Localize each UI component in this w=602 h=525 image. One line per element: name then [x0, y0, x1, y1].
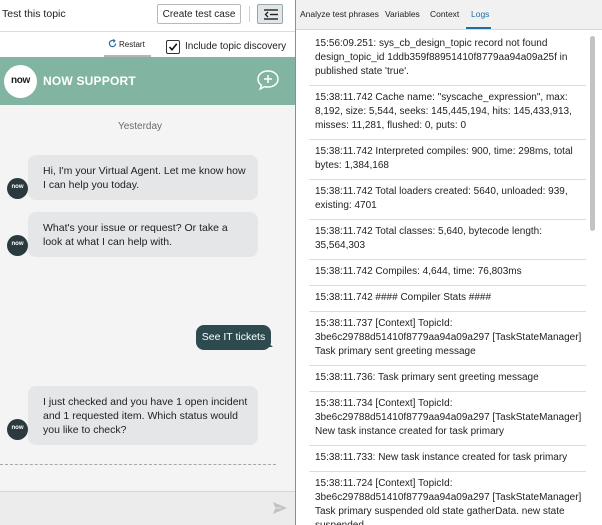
panel-title: Test this topic: [2, 8, 66, 20]
logo-text: now: [10, 75, 31, 86]
checkmark-icon: [168, 43, 178, 52]
day-separator: Yesterday: [117, 121, 163, 132]
log-entry: 15:56:09.251: sys_cb_design_topic record…: [309, 32, 586, 86]
avatar-text: now: [11, 241, 24, 247]
collapse-panel-button[interactable]: [257, 4, 283, 24]
log-entry: 15:38:11.742 Compiles: 4,644, time: 76,8…: [309, 260, 586, 286]
include-topic-discovery-label: Include topic discovery: [185, 41, 287, 52]
avatar-text: now: [11, 184, 24, 190]
active-tab-indicator: [466, 27, 491, 29]
log-entry: 15:38:11.737 [Context] TopicId: 3be6c297…: [309, 312, 586, 366]
details-panel: Analyze test phrases Variables Context L…: [296, 0, 602, 525]
include-topic-discovery-checkbox[interactable]: [166, 40, 180, 54]
tab-context[interactable]: Context: [430, 9, 459, 19]
chat-input[interactable]: [4, 496, 262, 522]
restart-label: Restart: [119, 40, 145, 49]
tab-analyze-test-phrases[interactable]: Analyze test phrases: [300, 9, 379, 19]
send-icon[interactable]: [272, 501, 288, 515]
log-entry: 15:38:11.742 Interpreted compiles: 900, …: [309, 140, 586, 180]
log-entry: 15:38:11.734 [Context] TopicId: 3be6c297…: [309, 392, 586, 446]
log-list[interactable]: 15:56:09.251: sys_cb_design_topic record…: [309, 32, 586, 525]
log-entry: 15:38:11.733: New task instance created …: [309, 446, 586, 472]
collapse-panel-icon: [264, 9, 278, 20]
bot-message: What's your issue or request? Or take a …: [28, 212, 258, 257]
create-test-case-button[interactable]: Create test case: [157, 4, 241, 24]
user-message-tail: [267, 342, 273, 347]
details-tabs: Analyze test phrases Variables Context L…: [296, 0, 602, 30]
tab-logs[interactable]: Logs: [471, 9, 489, 19]
log-entry: 15:38:11.724 [Context] TopicId: 3be6c297…: [309, 472, 586, 525]
typing-divider: [0, 464, 276, 465]
servicenow-logo: now: [4, 65, 37, 98]
chat-plus-icon[interactable]: [256, 69, 280, 91]
test-panel: Test this topic Create test case Restart: [0, 0, 296, 525]
chat-controls: Restart Include topic discovery: [0, 33, 296, 57]
chat-transcript[interactable]: Yesterday Hi, I'm your Virtual Agent. Le…: [0, 105, 296, 491]
chat-input-bar: [0, 491, 296, 525]
bot-message: Hi, I'm your Virtual Agent. Let me know …: [28, 155, 258, 200]
bot-avatar: now: [7, 235, 28, 256]
chat-brand-title: NOW SUPPORT: [43, 74, 136, 88]
bot-avatar: now: [7, 178, 28, 199]
tab-variables[interactable]: Variables: [385, 9, 420, 19]
toolbar-divider: [249, 6, 250, 22]
chat-header: now NOW SUPPORT: [0, 57, 296, 105]
avatar-text: now: [11, 425, 24, 431]
bot-message: I just checked and you have 1 open incid…: [28, 386, 258, 445]
test-panel-toolbar: Test this topic Create test case: [0, 0, 296, 32]
log-entry: 15:38:11.742 Cache name: "syscache_expre…: [309, 86, 586, 140]
log-entry: 15:38:11.742 Total classes: 5,640, bytec…: [309, 220, 586, 260]
log-entry: 15:38:11.742 #### Compiler Stats ####: [309, 286, 586, 312]
refresh-icon: [108, 39, 117, 48]
bot-avatar: now: [7, 419, 28, 440]
log-entry: 15:38:11.742 Total loaders created: 5640…: [309, 180, 586, 220]
log-scrollbar-thumb[interactable]: [590, 36, 595, 231]
user-message: See IT tickets: [196, 325, 271, 350]
log-entry: 15:38:11.736: Task primary sent greeting…: [309, 366, 586, 392]
restart-button[interactable]: Restart: [104, 33, 151, 57]
